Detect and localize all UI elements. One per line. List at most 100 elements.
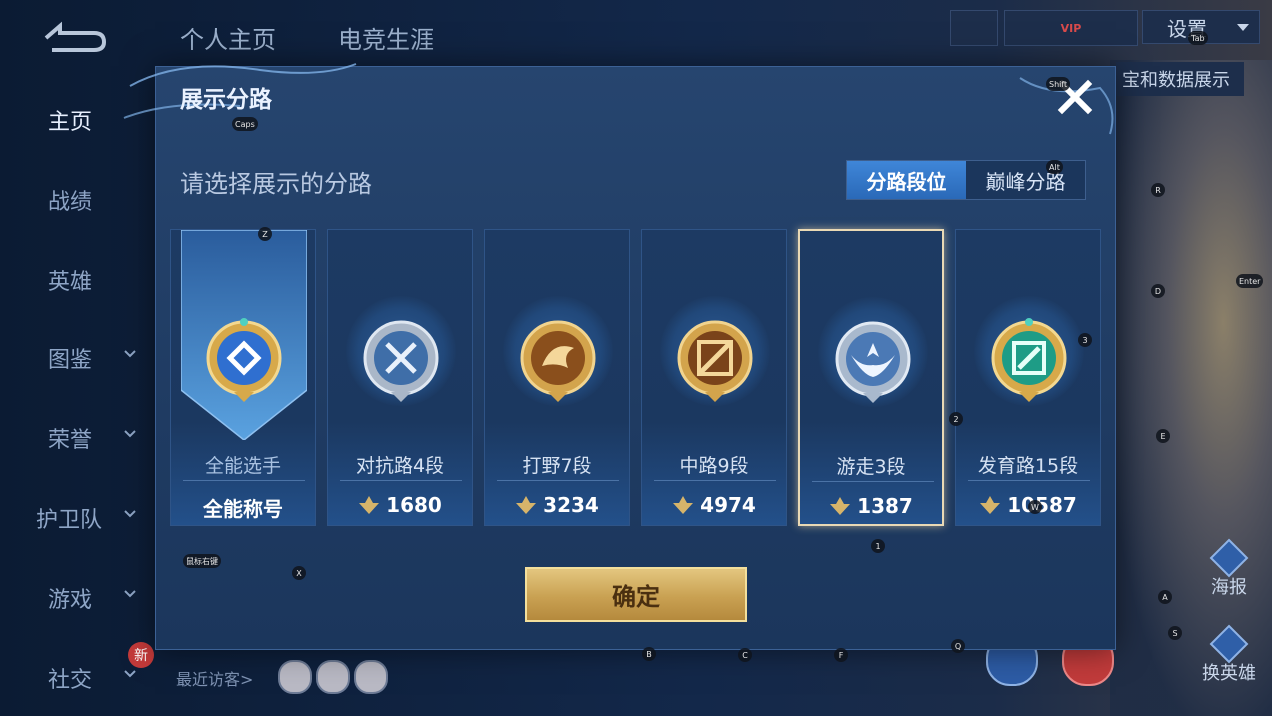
chevron-down-icon xyxy=(124,510,136,518)
card-divider xyxy=(968,480,1090,481)
sidebar-item-label: 社交 xyxy=(48,668,93,693)
background-artwork xyxy=(1110,60,1272,716)
dialog-subtitle: 请选择展示的分路 xyxy=(180,170,372,198)
tab-peak-lane[interactable]: 巅峰分路 xyxy=(966,161,1085,199)
key-hint: W xyxy=(1028,500,1042,514)
key-hint: Tab xyxy=(1188,31,1208,45)
lane-name: 发育路15段 xyxy=(977,455,1079,477)
key-hint: 3 xyxy=(1078,333,1092,347)
recent-visitors-link[interactable]: 最近访客> xyxy=(176,666,253,690)
key-hint: R xyxy=(1151,183,1165,197)
lane-score-value: 1387 xyxy=(857,494,913,518)
sidebar-item-game[interactable]: 游戏 xyxy=(22,578,152,618)
poster-icon xyxy=(1209,538,1249,578)
dialog-title: 展示分路 xyxy=(180,87,272,113)
switch-hero-icon xyxy=(1209,624,1249,664)
key-hint: D xyxy=(1151,284,1165,298)
card-divider xyxy=(497,480,619,481)
lane-score-value: 10587 xyxy=(1007,493,1077,517)
sidebar-item-guard-team[interactable]: 护卫队 xyxy=(22,498,152,538)
data-display-label: 宝和数据展示 xyxy=(1122,70,1230,91)
sidebar-item-label: 游戏 xyxy=(48,588,93,613)
key-hint: Shift xyxy=(1046,77,1071,91)
lane-score-value: 4974 xyxy=(700,493,756,517)
key-hint: X xyxy=(292,566,306,580)
key-hint: S xyxy=(1168,626,1182,640)
lane-score-value: 3234 xyxy=(543,493,599,517)
chevron-down-icon xyxy=(124,430,136,438)
lane-card-roam[interactable]: 游走3段 1387 xyxy=(798,229,944,526)
new-badge: 新 xyxy=(128,642,154,668)
key-hint: Z xyxy=(258,227,272,241)
chevron-down-icon xyxy=(1237,24,1249,31)
lane-name: 中路9段 xyxy=(679,455,749,477)
sidebar-item-label: 战绩 xyxy=(48,190,93,215)
rank-points-icon xyxy=(359,496,380,514)
data-display-button[interactable]: 宝和数据展示 xyxy=(1116,62,1244,96)
clash-lane-emblem-icon xyxy=(363,320,439,402)
rank-points-icon xyxy=(980,496,1001,514)
rank-points-icon xyxy=(516,496,537,514)
key-hint: C xyxy=(738,648,752,662)
card-divider xyxy=(812,481,934,482)
avatar[interactable] xyxy=(278,660,312,694)
key-hint: F xyxy=(834,648,848,662)
sidebar-item-label: 荣誉 xyxy=(48,428,93,453)
lane-score: 1387 xyxy=(800,494,942,518)
key-hint: E xyxy=(1156,429,1170,443)
key-hint: B xyxy=(642,647,656,661)
avatar[interactable] xyxy=(354,660,388,694)
lane-name: 全能选手 xyxy=(204,455,281,477)
key-hint: Enter xyxy=(1236,274,1264,288)
all-round-emblem-icon xyxy=(206,318,282,402)
vip-panel[interactable]: VIP xyxy=(1004,10,1138,46)
tab-esports-career[interactable]: 电竞生涯 xyxy=(338,20,434,55)
lane-card-farm[interactable]: 发育路15段 10587 xyxy=(955,229,1101,526)
lane-card-all-round[interactable]: 全能选手 全能称号 xyxy=(170,229,316,526)
lane-score: 3234 xyxy=(485,493,629,517)
chevron-down-icon xyxy=(124,590,136,598)
card-divider xyxy=(183,480,305,481)
lane-card-jungle[interactable]: 打野7段 3234 xyxy=(484,229,630,526)
rank-points-icon xyxy=(830,497,851,515)
rank-points-icon xyxy=(673,496,694,514)
sidebar-item-honor[interactable]: 荣誉 xyxy=(22,418,152,458)
lane-card-clash[interactable]: 对抗路4段 1680 xyxy=(327,229,473,526)
avatar[interactable] xyxy=(316,660,350,694)
key-hint: Alt xyxy=(1046,160,1063,174)
sidebar-item-record[interactable]: 战绩 xyxy=(22,180,152,220)
tab-personal-home[interactable]: 个人主页 xyxy=(180,20,276,55)
sidebar-item-label: 英雄 xyxy=(48,270,93,295)
sidebar-item-label: 主页 xyxy=(48,110,93,135)
roam-emblem-icon xyxy=(835,321,911,403)
key-hint: Q xyxy=(951,639,965,653)
lane-title-label: 全能称号 xyxy=(203,497,283,521)
card-divider xyxy=(654,480,776,481)
key-hint: 2 xyxy=(949,412,963,426)
key-hint: A xyxy=(1158,590,1172,604)
switch-hero-label: 换英雄 xyxy=(1202,663,1256,684)
sidebar-item-heroes[interactable]: 英雄 xyxy=(22,260,152,300)
mid-lane-emblem-icon xyxy=(677,320,753,402)
sidebar-item-label: 护卫队 xyxy=(36,508,103,533)
lane-score-value: 1680 xyxy=(386,493,442,517)
lane-card-mid[interactable]: 中路9段 4974 xyxy=(641,229,787,526)
key-hint: Caps xyxy=(232,117,258,131)
sidebar-item-gallery[interactable]: 图鉴 xyxy=(22,338,152,378)
lane-name: 游走3段 xyxy=(836,456,906,478)
tab-lane-rank[interactable]: 分路段位 xyxy=(847,161,966,199)
back-arrow-icon[interactable] xyxy=(38,18,108,56)
switch-hero-button[interactable]: 换英雄 xyxy=(1200,624,1258,684)
lane-name: 对抗路4段 xyxy=(355,455,445,477)
chevron-down-icon xyxy=(124,670,136,678)
farm-lane-emblem-icon xyxy=(991,318,1067,402)
vip-label: VIP xyxy=(1060,21,1082,35)
card-divider xyxy=(340,480,462,481)
confirm-button[interactable]: 确定 xyxy=(525,567,747,622)
lane-score: 4974 xyxy=(642,493,786,517)
poster-button[interactable]: 海报 xyxy=(1200,538,1258,598)
bell-icon[interactable] xyxy=(950,10,998,46)
key-hint: 鼠标右键 xyxy=(183,554,221,568)
sidebar-item-label: 图鉴 xyxy=(48,348,93,373)
lane-name: 打野7段 xyxy=(522,455,592,477)
